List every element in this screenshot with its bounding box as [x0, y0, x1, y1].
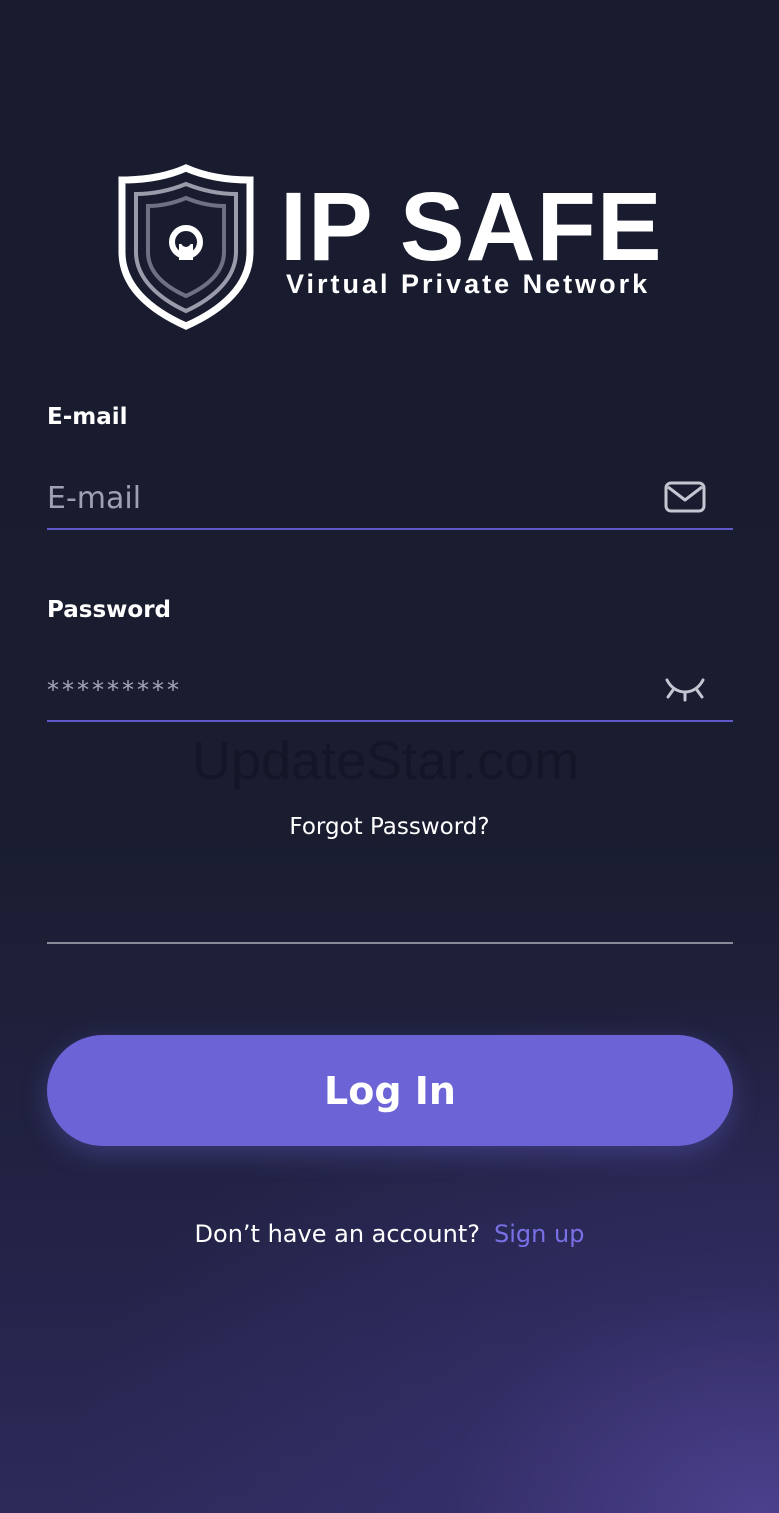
shield-lock-icon: [118, 164, 254, 330]
forgot-password-link[interactable]: Forgot Password?: [0, 814, 779, 840]
divider: [47, 942, 733, 944]
email-label: E-mail: [47, 404, 128, 430]
email-field-container: [47, 470, 733, 530]
signup-link[interactable]: Sign up: [494, 1220, 584, 1248]
password-label: Password: [47, 597, 171, 623]
password-input[interactable]: [47, 662, 647, 718]
email-input[interactable]: [47, 470, 647, 526]
password-field-container: [47, 662, 733, 722]
brand-title: IP SAFE: [280, 172, 663, 281]
mail-icon: [664, 481, 706, 513]
login-button[interactable]: Log In: [47, 1035, 733, 1146]
signup-row: Don’t have an account? Sign up: [0, 1220, 779, 1248]
watermark: UpdateStar.com: [192, 731, 580, 791]
brand-subtitle: Virtual Private Network: [286, 269, 651, 299]
signup-prompt: Don’t have an account?: [194, 1220, 481, 1248]
eye-closed-icon[interactable]: [663, 670, 707, 710]
